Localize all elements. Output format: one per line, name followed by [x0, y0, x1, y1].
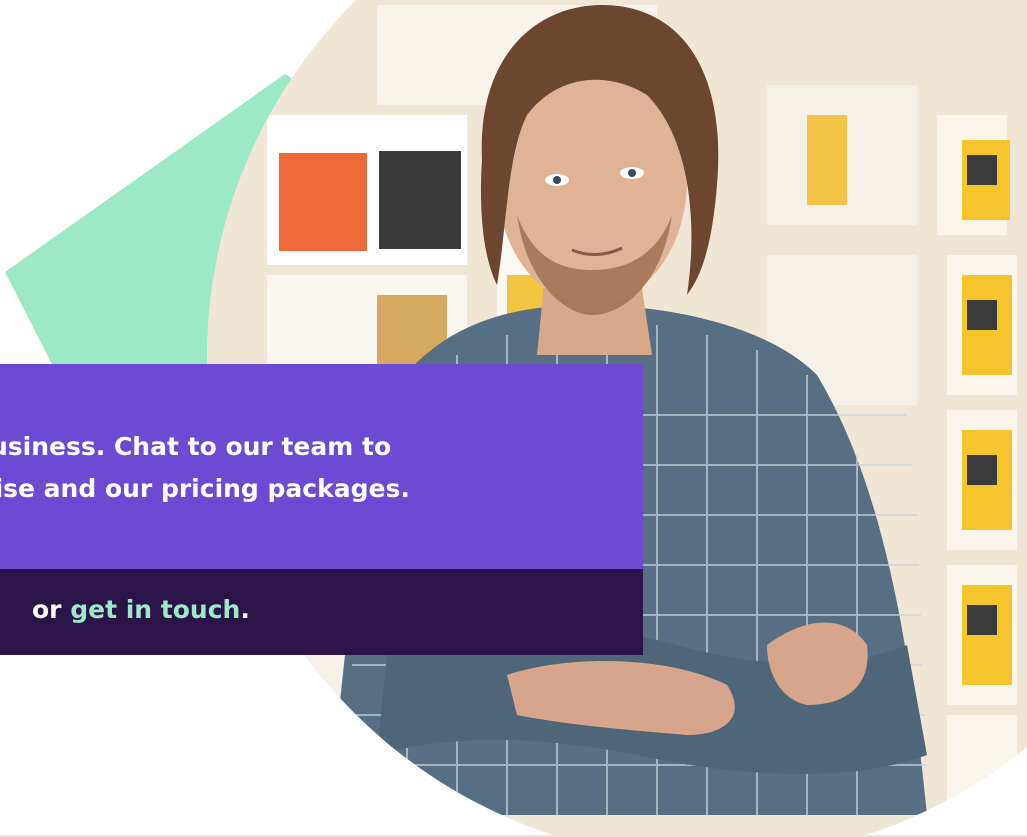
footer-suffix: .: [240, 595, 250, 624]
callout-footer: or get in touch.: [0, 569, 643, 655]
callout-line-1: usiness. Chat to our team to: [0, 432, 392, 461]
get-in-touch-link[interactable]: get in touch: [70, 595, 240, 624]
hero-section: usiness. Chat to our team to iise and ou…: [0, 0, 1027, 837]
callout-line-2: iise and our pricing packages.: [0, 474, 410, 503]
callout-body: usiness. Chat to our team to iise and ou…: [0, 364, 643, 569]
footer-prefix: or: [32, 595, 71, 624]
pricing-callout: usiness. Chat to our team to iise and ou…: [0, 364, 643, 655]
